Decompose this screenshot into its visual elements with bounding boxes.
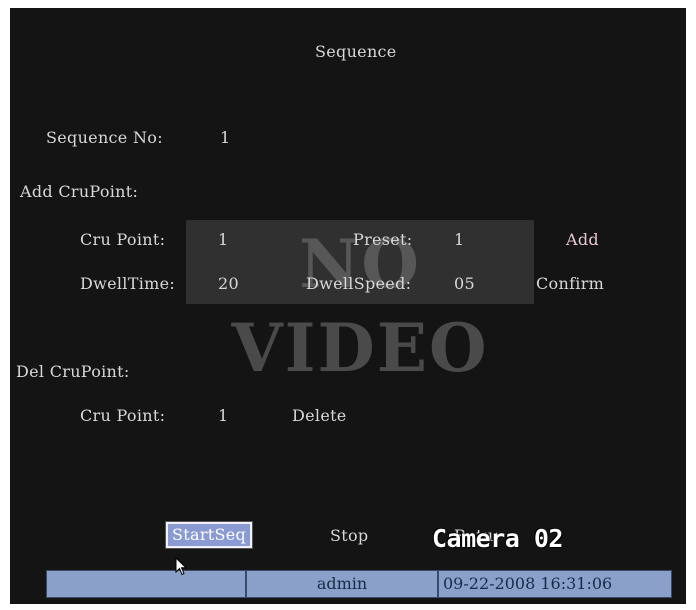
start-seq-button[interactable]: StartSeq xyxy=(166,522,253,548)
status-datetime: 09-22-2008 16:31:06 xyxy=(438,570,672,598)
add-cru-point-label: Cru Point: xyxy=(80,230,166,249)
sequence-no-value[interactable]: 1 xyxy=(220,128,230,148)
del-cru-point-value[interactable]: 1 xyxy=(218,406,228,426)
preset-label: Preset: xyxy=(353,230,413,249)
dwell-speed-label: DwellSpeed: xyxy=(306,274,412,293)
mouse-cursor-icon xyxy=(175,557,188,576)
dwell-speed-value[interactable]: 05 xyxy=(454,274,475,294)
dvr-screen: Sequence Sequence No: 1 Add CruPoint: NO… xyxy=(10,8,686,604)
page-title: Sequence xyxy=(315,42,397,61)
status-cell-empty xyxy=(46,570,246,598)
confirm-button[interactable]: Confirm xyxy=(536,274,604,294)
camera-label: Camera 02 xyxy=(432,524,563,553)
preset-value[interactable]: 1 xyxy=(454,230,464,250)
stop-button[interactable]: Stop xyxy=(330,526,368,546)
dwell-time-label: DwellTime: xyxy=(80,274,176,293)
add-button[interactable]: Add xyxy=(566,230,599,250)
dwell-time-value[interactable]: 20 xyxy=(218,274,239,294)
del-cru-point-label: Cru Point: xyxy=(80,406,166,425)
status-user: admin xyxy=(246,570,438,598)
status-bar: admin 09-22-2008 16:31:06 xyxy=(46,570,672,598)
delete-button[interactable]: Delete xyxy=(292,406,347,426)
sequence-no-label: Sequence No: xyxy=(46,128,163,147)
add-cru-point-value[interactable]: 1 xyxy=(218,230,228,250)
add-crupoint-heading: Add CruPoint: xyxy=(20,182,139,201)
del-crupoint-heading: Del CruPoint: xyxy=(16,362,130,381)
